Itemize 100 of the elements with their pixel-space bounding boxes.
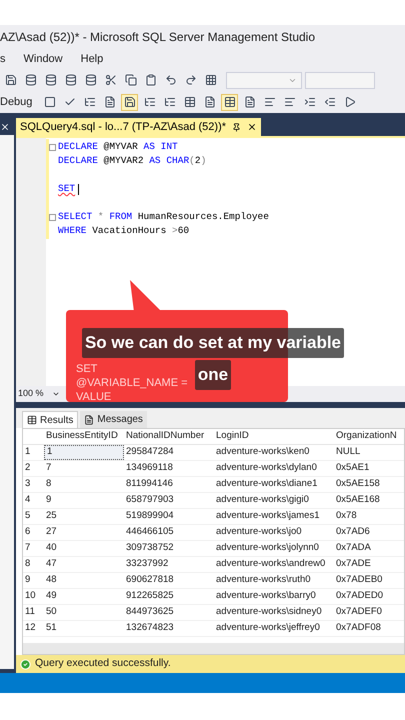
table-cell-text: adventure-works\jeffrey0	[215, 621, 321, 636]
table-cell-text: 0x7AD6	[335, 525, 371, 540]
table-cell-text: 519899904	[125, 509, 175, 524]
code-token: VacationHours	[91, 224, 168, 238]
table-cell-text: 0x5AE1	[335, 461, 370, 476]
code-token: *	[96, 210, 105, 224]
column-header[interactable]: OrganizationN	[334, 429, 404, 444]
row-number: 5	[24, 509, 32, 524]
caption-text: one	[194, 360, 232, 390]
table-cell-text: 0x78	[335, 509, 358, 524]
table-cell-text: 7	[45, 461, 52, 476]
caption-text: So we can do set at my variable	[82, 328, 344, 358]
row-number: 8	[24, 557, 32, 572]
table-cell-text: adventure-works\diane1	[215, 477, 318, 492]
code-token: HumanResources.Employee	[136, 210, 269, 224]
row-number: 2	[24, 461, 32, 476]
table-cell-text: adventure-works\sidney0	[215, 605, 323, 620]
table-cell-text: 51	[45, 621, 58, 636]
collapse-icon[interactable]	[49, 144, 56, 150]
table-cell-text: NULL	[335, 445, 362, 460]
callout-text: SET @VARIABLE_NAME = VALUE	[76, 362, 189, 404]
table-cell-text: 0x7ADE	[335, 557, 372, 572]
table-cell-text: 0x7ADEF0	[335, 605, 383, 620]
pin-icon[interactable]	[232, 122, 242, 132]
row-number: 7	[24, 541, 32, 556]
horizontal-scrollbar[interactable]	[23, 643, 404, 654]
code-token: 2	[194, 154, 201, 168]
table-cell-text: adventure-works\dylan0	[215, 461, 318, 476]
row-number: 12	[24, 621, 37, 636]
result-tab[interactable]: Messages	[80, 411, 147, 428]
close-icon[interactable]	[0, 122, 10, 132]
code-token: AS CHAR	[149, 154, 190, 168]
code-token: @MYVAR2	[102, 154, 145, 168]
status-text: Query executed successfully.	[35, 656, 171, 672]
code-token: AS INT	[144, 140, 178, 154]
table-icon	[27, 415, 37, 425]
table-cell-text: adventure-works\jo0	[215, 525, 303, 540]
menu-item[interactable]: Help	[80, 50, 104, 68]
table-cell-text: 0x7ADED0	[335, 589, 384, 604]
row-number: 9	[24, 573, 32, 588]
table-cell-text: 658797903	[125, 493, 175, 508]
success-icon	[20, 658, 31, 670]
column-header[interactable]: LoginID	[214, 429, 334, 444]
table-cell-text: 40	[45, 541, 58, 556]
table-cell-text: adventure-works\gigi0	[215, 493, 310, 508]
table-cell-text: 33237992	[125, 557, 170, 572]
close-icon[interactable]	[247, 122, 258, 132]
code-token: FROM	[109, 210, 132, 224]
column-header[interactable]: NationalIDNumber	[124, 429, 214, 444]
table-cell-text: 48	[45, 573, 58, 588]
table-cell-text: 134969118	[125, 461, 174, 476]
code-token: (	[189, 154, 195, 168]
table-cell-text: adventure-works\james1	[215, 509, 320, 524]
table-icon[interactable]	[221, 94, 238, 110]
code-token: SELECT	[58, 210, 92, 224]
table-cell-text: 9	[45, 493, 52, 508]
code-token: >	[172, 224, 178, 238]
menu-item[interactable]: Window	[24, 50, 63, 68]
result-tab[interactable]: Results	[22, 411, 78, 428]
row-number: 3	[24, 477, 32, 492]
table-cell-text: 446466105	[125, 525, 175, 540]
table-cell-text: adventure-works\andrew0	[215, 557, 326, 572]
table-cell: 1	[44, 445, 124, 460]
table-cell-text: 844973625	[125, 605, 175, 620]
table-cell-text: 49	[45, 589, 58, 604]
table-cell-text: 132674823	[125, 621, 175, 636]
table-cell-text: 912265825	[125, 589, 175, 604]
table-cell-text: adventure-works\ken0	[215, 445, 310, 460]
code-token: DECLARE	[58, 154, 98, 168]
dropdown-field[interactable]	[226, 72, 302, 88]
table-cell-text: 27	[45, 525, 58, 540]
table-cell-text: 0x5AE158	[335, 477, 381, 492]
code-token: SET	[58, 182, 76, 196]
table-cell-text: 690627818	[125, 573, 175, 588]
window-title: AZ\Asad (52))* - Microsoft SQL Server Management Studio	[0, 29, 316, 46]
code-token: )	[200, 154, 206, 168]
table-cell-text: adventure-works\jolynn0	[215, 541, 320, 556]
code-token: WHERE	[58, 224, 87, 238]
document-icon	[84, 414, 94, 424]
code-token: DECLARE	[58, 140, 98, 154]
menu-item[interactable]: s	[0, 50, 6, 68]
table-cell-text: 0x7ADF08	[335, 621, 382, 636]
row-number: 11	[24, 605, 36, 620]
table-cell-text: 25	[45, 509, 58, 524]
row-number: 4	[24, 493, 32, 508]
configuration-label[interactable]: Debug	[0, 94, 32, 110]
table-cell-text: 309738752	[125, 541, 175, 556]
zoom-dropdown[interactable]: 100 %	[18, 387, 60, 401]
table-cell-text: 0x7ADEB0	[335, 573, 384, 588]
dropdown-field[interactable]	[305, 72, 375, 88]
editor-tab[interactable]: SQLQuery4.sql - lo...7 (TP-AZ\Asad (52))*	[16, 118, 262, 136]
column-header[interactable]: BusinessEntityID	[44, 429, 124, 444]
table-cell-text: 0x7ADA	[335, 541, 372, 556]
save-icon[interactable]	[121, 94, 138, 110]
row-number: 1	[24, 445, 32, 460]
code-token: 60	[178, 224, 190, 238]
collapse-icon[interactable]	[49, 214, 56, 220]
table-cell-text: 47	[45, 557, 58, 572]
table-cell-text: 8	[45, 477, 52, 492]
row-number: 6	[24, 525, 32, 540]
